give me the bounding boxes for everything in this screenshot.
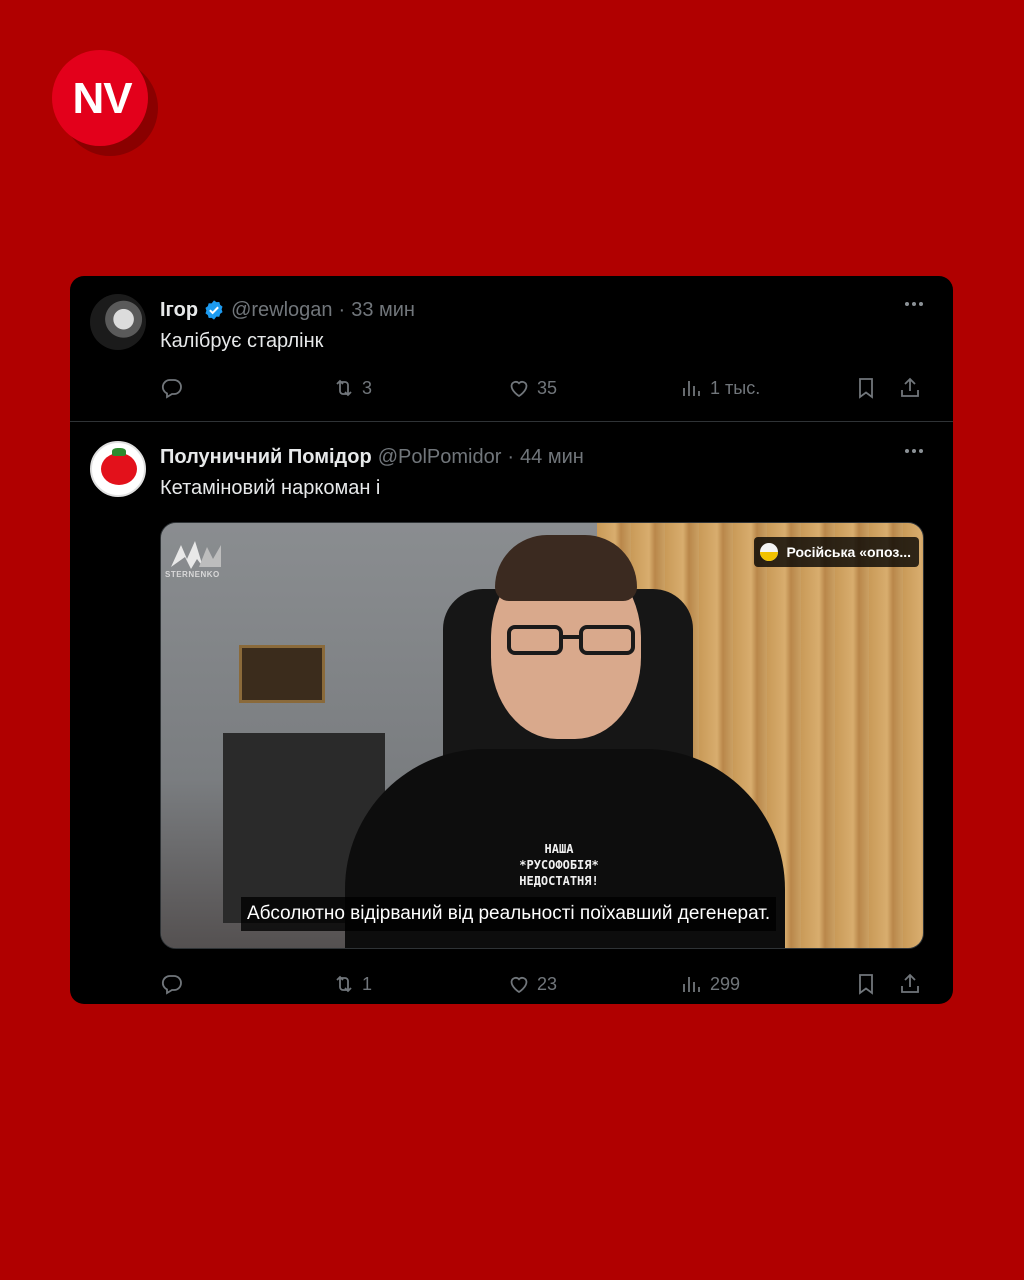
retweet-icon <box>336 975 352 993</box>
video-thumbnail[interactable]: НАША *РУСОФОБІЯ* НЕДОСТАТНЯ! STERNENKO Р… <box>160 522 924 949</box>
display-name[interactable]: Ігор <box>160 299 198 322</box>
tomato-icon <box>101 453 137 485</box>
avatar[interactable] <box>90 441 146 497</box>
like-count: 35 <box>537 377 558 398</box>
heart-icon <box>510 976 528 994</box>
video-subtitle: Абсолютно відірваний від реальності поїх… <box>241 897 777 931</box>
verified-badge-icon <box>203 299 225 321</box>
nv-logo: NV <box>52 50 158 156</box>
avatar[interactable] <box>90 294 146 350</box>
like-count: 23 <box>537 973 558 994</box>
bookmark-button[interactable] <box>854 376 878 400</box>
like-button[interactable]: 35 <box>507 376 557 400</box>
views-button[interactable]: 1 тыс. <box>680 376 760 400</box>
tweet-text: Кетаміновий наркоман і <box>160 477 381 499</box>
picture-frame <box>239 645 325 703</box>
timestamp[interactable]: 33 мин <box>351 299 415 322</box>
views-icon <box>683 381 700 396</box>
share-button[interactable] <box>898 376 922 400</box>
reply-icon <box>161 975 182 995</box>
separator: · <box>507 445 515 468</box>
reply-button[interactable] <box>160 972 184 996</box>
tweet-thread-card: Ігор @rewlogan · 33 мин Калібрує старлін… <box>70 276 953 1004</box>
retweet-button[interactable]: 1 <box>332 972 372 996</box>
tweet[interactable]: Ігор @rewlogan · 33 мин Калібрує старлін… <box>70 276 953 422</box>
heart-icon <box>510 380 528 398</box>
handle[interactable]: @rewlogan <box>231 299 332 322</box>
tweet-header: Полуничний Помідор @PolPomidor · 44 мин <box>160 445 584 469</box>
source-badge-text: Російська «опоз... <box>786 544 911 560</box>
tweet-actions: 1 23 299 <box>160 972 930 1000</box>
flag-icon <box>760 543 779 561</box>
retweet-button[interactable]: 3 <box>332 376 372 400</box>
bookmark-button[interactable] <box>854 972 878 996</box>
tweet[interactable]: Полуничний Помідор @PolPomidor · 44 мин … <box>70 423 953 1004</box>
channel-name: STERNENKO <box>165 570 220 579</box>
logo-text: NV <box>72 74 132 123</box>
share-icon <box>901 973 919 993</box>
reply-icon <box>161 379 182 399</box>
more-options-icon[interactable] <box>905 302 923 306</box>
retweet-icon <box>336 379 352 397</box>
glasses-icon <box>507 625 635 655</box>
bookmark-icon <box>859 974 873 995</box>
tweet-actions: 3 35 1 тыс. <box>160 376 930 404</box>
views-count: 299 <box>710 973 741 994</box>
timestamp[interactable]: 44 мин <box>520 446 584 469</box>
tweet-text: Калібрує старлінк <box>160 330 324 352</box>
reply-button[interactable] <box>160 376 184 400</box>
source-badge[interactable]: Російська «опоз... <box>754 537 919 567</box>
tomato-leaf-icon <box>112 448 126 456</box>
like-button[interactable]: 23 <box>507 972 557 996</box>
person-hair <box>495 535 637 601</box>
bookmark-icon <box>859 378 873 399</box>
shirt-line: *РУСОФОБІЯ* <box>519 858 599 872</box>
share-icon <box>901 377 919 397</box>
shirt-line: НАША <box>544 842 574 856</box>
share-button[interactable] <box>898 972 922 996</box>
separator: · <box>338 298 346 321</box>
display-name[interactable]: Полуничний Помідор <box>160 446 372 469</box>
shirt-line: НЕДОСТАТНЯ! <box>519 874 599 888</box>
more-options-icon[interactable] <box>905 449 923 453</box>
handle[interactable]: @PolPomidor <box>378 446 502 469</box>
tweet-header: Ігор @rewlogan · 33 мин <box>160 298 415 322</box>
shirt-print: НАША *РУСОФОБІЯ* НЕДОСТАТНЯ! <box>479 841 639 889</box>
retweet-count: 3 <box>362 377 373 398</box>
views-button[interactable]: 299 <box>680 972 740 996</box>
retweet-count: 1 <box>362 973 373 994</box>
views-count: 1 тыс. <box>710 377 761 398</box>
views-icon <box>683 977 700 992</box>
